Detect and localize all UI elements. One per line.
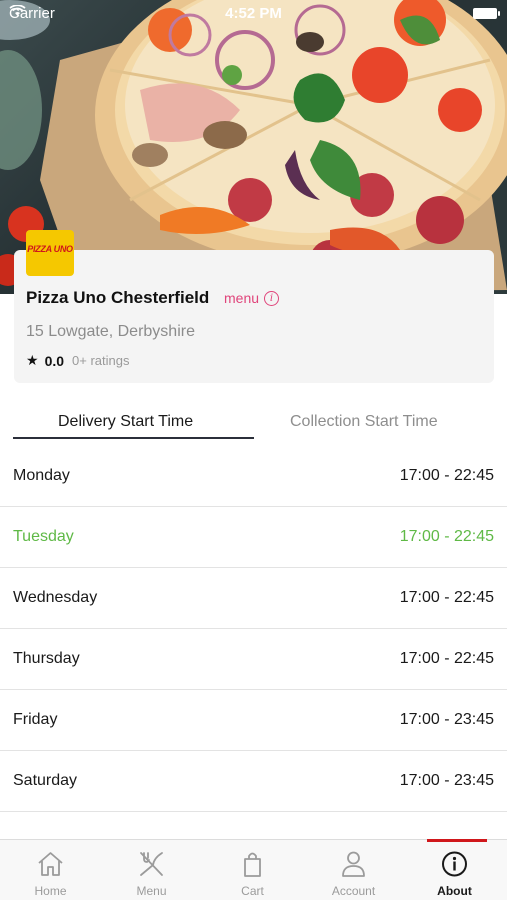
logo-text: PIZZA UNO xyxy=(27,244,73,254)
tabbar-label: Cart xyxy=(241,884,264,898)
info-icon: i xyxy=(264,290,280,306)
bottom-tab-bar: Home Menu Cart Account About xyxy=(0,839,507,900)
tabbar-label: About xyxy=(437,884,472,898)
tab-delivery-start-time[interactable]: Delivery Start Time xyxy=(58,413,193,431)
hours-label: 17:00 - 22:45 xyxy=(399,589,494,606)
tabbar-menu[interactable]: Menu xyxy=(101,840,202,900)
menu-link[interactable]: menu i xyxy=(224,290,280,306)
menu-link-label: menu xyxy=(224,290,260,306)
tabbar-account[interactable]: Account xyxy=(303,840,404,900)
info-icon xyxy=(442,851,467,877)
active-tab-indicator xyxy=(13,437,254,439)
fork-knife-icon xyxy=(140,852,163,876)
status-bar: Carrier 4:52 PM xyxy=(0,0,507,28)
active-tab-accent xyxy=(427,839,487,842)
list-item: Monday 17:00 - 22:45 xyxy=(0,446,507,507)
tabbar-label: Account xyxy=(331,884,376,898)
list-item: Thursday 17:00 - 22:45 xyxy=(0,629,507,690)
bag-icon xyxy=(244,852,261,877)
hours-label: 17:00 - 22:45 xyxy=(399,467,494,484)
list-item: Friday 17:00 - 23:45 xyxy=(0,690,507,751)
tabbar-label: Home xyxy=(34,884,67,898)
tabbar-cart[interactable]: Cart xyxy=(202,840,303,900)
restaurant-logo: PIZZA UNO xyxy=(26,230,74,276)
time-tabs: Delivery Start Time Collection Start Tim… xyxy=(13,405,494,441)
tabbar-home[interactable]: Home xyxy=(0,840,101,900)
battery-icon xyxy=(473,8,500,19)
star-icon: ★ xyxy=(26,352,39,368)
opening-hours-list: Monday 17:00 - 22:45 Tuesday 17:00 - 22:… xyxy=(0,446,507,812)
hours-label: 17:00 - 23:45 xyxy=(399,772,494,789)
hours-label: 17:00 - 23:45 xyxy=(399,711,494,728)
list-item-today: Tuesday 17:00 - 22:45 xyxy=(0,507,507,568)
day-label: Wednesday xyxy=(13,589,98,606)
hours-label: 17:00 - 22:45 xyxy=(399,528,494,545)
list-item: Saturday 17:00 - 23:45 xyxy=(0,751,507,812)
status-time: 4:52 PM xyxy=(225,5,282,22)
rating-row: ★ 0.0 0+ ratings xyxy=(26,352,129,369)
tabbar-label: Menu xyxy=(136,884,167,898)
day-label: Saturday xyxy=(13,772,78,789)
day-label: Friday xyxy=(13,711,58,728)
hours-label: 17:00 - 22:45 xyxy=(399,650,494,667)
person-icon xyxy=(342,851,365,877)
rating-value: 0.0 xyxy=(44,352,65,369)
home-icon xyxy=(38,852,63,876)
restaurant-address: 15 Lowgate, Derbyshire xyxy=(26,323,195,340)
tabbar-about[interactable]: About xyxy=(404,840,505,900)
day-label: Thursday xyxy=(13,650,80,667)
day-label: Tuesday xyxy=(13,528,74,545)
tab-collection-start-time[interactable]: Collection Start Time xyxy=(290,413,438,431)
day-label: Monday xyxy=(13,467,70,484)
restaurant-name: Pizza Uno Chesterfield xyxy=(26,288,210,307)
list-item: Wednesday 17:00 - 22:45 xyxy=(0,568,507,629)
rating-count: 0+ ratings xyxy=(72,353,130,368)
